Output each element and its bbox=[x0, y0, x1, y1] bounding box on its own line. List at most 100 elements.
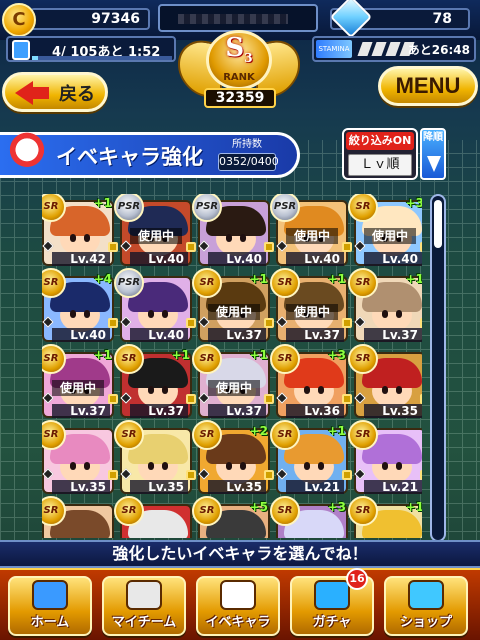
rank-emblem: S3 RANK bbox=[206, 30, 272, 90]
bonus-plus: +3 bbox=[327, 500, 346, 514]
power-gauge: STAMINA あと26:48 bbox=[312, 36, 476, 62]
owned-label: 所持数 bbox=[232, 139, 262, 150]
character-card[interactable]: SR +1 Lv.42 bbox=[42, 194, 118, 266]
rarity-badge: SR bbox=[348, 496, 378, 526]
rarity-badge: SR bbox=[192, 496, 222, 526]
character-card[interactable]: SR +1 Lv.37 bbox=[348, 268, 422, 342]
character-card[interactable]: SR +1 Lv.37 bbox=[114, 344, 196, 418]
gacha-icon bbox=[314, 580, 350, 610]
rank-letter: S3 bbox=[225, 33, 253, 66]
level-label: Lv.35 bbox=[364, 404, 422, 418]
character-card[interactable]: SR +2 Lv.35 bbox=[192, 420, 274, 494]
character-card[interactable]: SR Lv.21 bbox=[348, 420, 422, 494]
portrait-eye bbox=[396, 310, 402, 318]
bonus-plus: +1 bbox=[249, 272, 268, 286]
bonus-plus: +2 bbox=[249, 424, 268, 438]
player-name-box bbox=[158, 4, 318, 32]
character-card[interactable]: SR Lv.35 bbox=[348, 344, 422, 418]
character-card[interactable]: SR Lv.35 bbox=[42, 420, 118, 494]
character-card[interactable]: SR bbox=[42, 496, 114, 538]
portrait-eye bbox=[382, 462, 388, 470]
nav-button-event-chara[interactable]: イベキャラ bbox=[196, 576, 280, 636]
character-card[interactable]: SR Lv.35 bbox=[114, 420, 196, 494]
lock-icon bbox=[420, 318, 422, 328]
stamina-bar-fill bbox=[32, 56, 38, 60]
in-use-label: 使用中 bbox=[130, 228, 182, 244]
rarity-badge: SR bbox=[114, 496, 144, 526]
character-card[interactable]: PSR Lv.40 bbox=[114, 268, 196, 342]
character-card[interactable]: SR +3 使用中 Lv.40 bbox=[348, 194, 422, 266]
character-card[interactable]: SR +1 使用中 Lv.37 bbox=[192, 344, 274, 418]
back-button[interactable]: 戻る bbox=[2, 72, 108, 112]
lock-icon bbox=[420, 394, 422, 404]
character-card[interactable]: SR +1 Lv.21 bbox=[270, 420, 352, 494]
page-title-banner: イベキャラ強化 所持数 0352/0400 bbox=[0, 129, 300, 181]
back-arrow-tail bbox=[31, 87, 49, 99]
nav-button-team[interactable]: マイチーム bbox=[102, 576, 186, 636]
in-use-label: 使用中 bbox=[208, 380, 260, 396]
level-label: Lv.21 bbox=[364, 480, 422, 494]
nav-button-home[interactable]: ホーム bbox=[8, 576, 92, 636]
nav-label: ガチャ bbox=[312, 615, 352, 630]
filter-status-button[interactable]: 絞り込みON bbox=[346, 132, 414, 150]
level-label: Lv.37 bbox=[286, 328, 344, 342]
stamina-gauge: 4/ 105あと 1:52 bbox=[6, 36, 176, 62]
rarity-badge: SR bbox=[114, 344, 144, 374]
character-card[interactable]: PSR 使用中 Lv.40 bbox=[270, 194, 352, 266]
rarity-badge: SR bbox=[114, 420, 144, 450]
character-card[interactable]: SR +5 bbox=[192, 496, 270, 538]
rarity-badge: SR bbox=[270, 496, 300, 526]
page-title: イベキャラ強化 bbox=[56, 145, 203, 169]
character-card[interactable]: SR bbox=[114, 496, 192, 538]
sort-select[interactable]: Ｌｖ順 bbox=[348, 154, 412, 176]
lock-icon bbox=[420, 470, 422, 480]
character-card[interactable]: PSR 使用中 Lv.40 bbox=[114, 194, 196, 266]
bonus-plus: +1 bbox=[171, 348, 190, 362]
level-label: Lv.40 bbox=[52, 328, 110, 342]
level-label: Lv.36 bbox=[286, 404, 344, 418]
lock-icon bbox=[186, 318, 196, 328]
level-label: Lv.37 bbox=[52, 404, 110, 418]
scrollbar[interactable] bbox=[430, 194, 446, 542]
bonus-plus: +3 bbox=[327, 348, 346, 362]
character-card[interactable]: PSR Lv.40 bbox=[192, 194, 274, 266]
character-card[interactable]: SR +3 bbox=[270, 496, 348, 538]
in-use-label: 使用中 bbox=[286, 228, 338, 244]
portrait-eye bbox=[240, 462, 246, 470]
character-card[interactable]: SR +1 使用中 Lv.37 bbox=[42, 344, 118, 418]
stamina-bar bbox=[32, 56, 172, 60]
character-card[interactable]: SR +1 使用中 Lv.37 bbox=[270, 268, 352, 342]
rarity-badge: PSR bbox=[114, 268, 144, 298]
rank-badge[interactable]: S3 RANK 32359 bbox=[178, 30, 300, 108]
portrait-eye bbox=[318, 462, 324, 470]
lock-icon bbox=[264, 318, 274, 328]
level-label: Lv.37 bbox=[208, 404, 266, 418]
bonus-plus: +1 bbox=[405, 500, 422, 514]
level-label: Lv.35 bbox=[130, 480, 188, 494]
character-card[interactable]: SR +1 bbox=[348, 496, 422, 538]
scrollbar-thumb[interactable] bbox=[434, 200, 442, 248]
instruction-message: 強化したいイベキャラを選んでね！ bbox=[0, 540, 480, 568]
character-grid: SR +1 Lv.42 PSR 使用中 Lv.40 PSR Lv.40 PSR 使用中 Lv.40 S… bbox=[42, 194, 422, 538]
character-card[interactable]: SR +1 使用中 Lv.37 bbox=[192, 268, 274, 342]
rarity-badge: SR bbox=[348, 268, 378, 298]
portrait-eye bbox=[226, 462, 232, 470]
nav-label: イベキャラ bbox=[205, 615, 271, 630]
character-card[interactable]: SR +4 Lv.40 bbox=[42, 268, 118, 342]
portrait-eye bbox=[70, 310, 76, 318]
lock-icon bbox=[108, 394, 118, 404]
nav-button-shop[interactable]: ショップ bbox=[384, 576, 468, 636]
lock-icon bbox=[420, 242, 422, 252]
filter-panel[interactable]: 絞り込みON Ｌｖ順 bbox=[342, 128, 418, 180]
portrait-eye bbox=[396, 462, 402, 470]
bonus-plus: +1 bbox=[327, 424, 346, 438]
player-name-blurred bbox=[178, 14, 288, 24]
sort-order-button[interactable]: 降順 bbox=[420, 128, 446, 180]
lock-icon bbox=[264, 394, 274, 404]
level-label: Lv.40 bbox=[130, 328, 188, 342]
menu-button[interactable]: MENU bbox=[378, 66, 478, 106]
level-label: Lv.21 bbox=[286, 480, 344, 494]
team-icon bbox=[126, 580, 162, 610]
portrait-eye bbox=[162, 462, 168, 470]
character-card[interactable]: SR +3 Lv.36 bbox=[270, 344, 352, 418]
